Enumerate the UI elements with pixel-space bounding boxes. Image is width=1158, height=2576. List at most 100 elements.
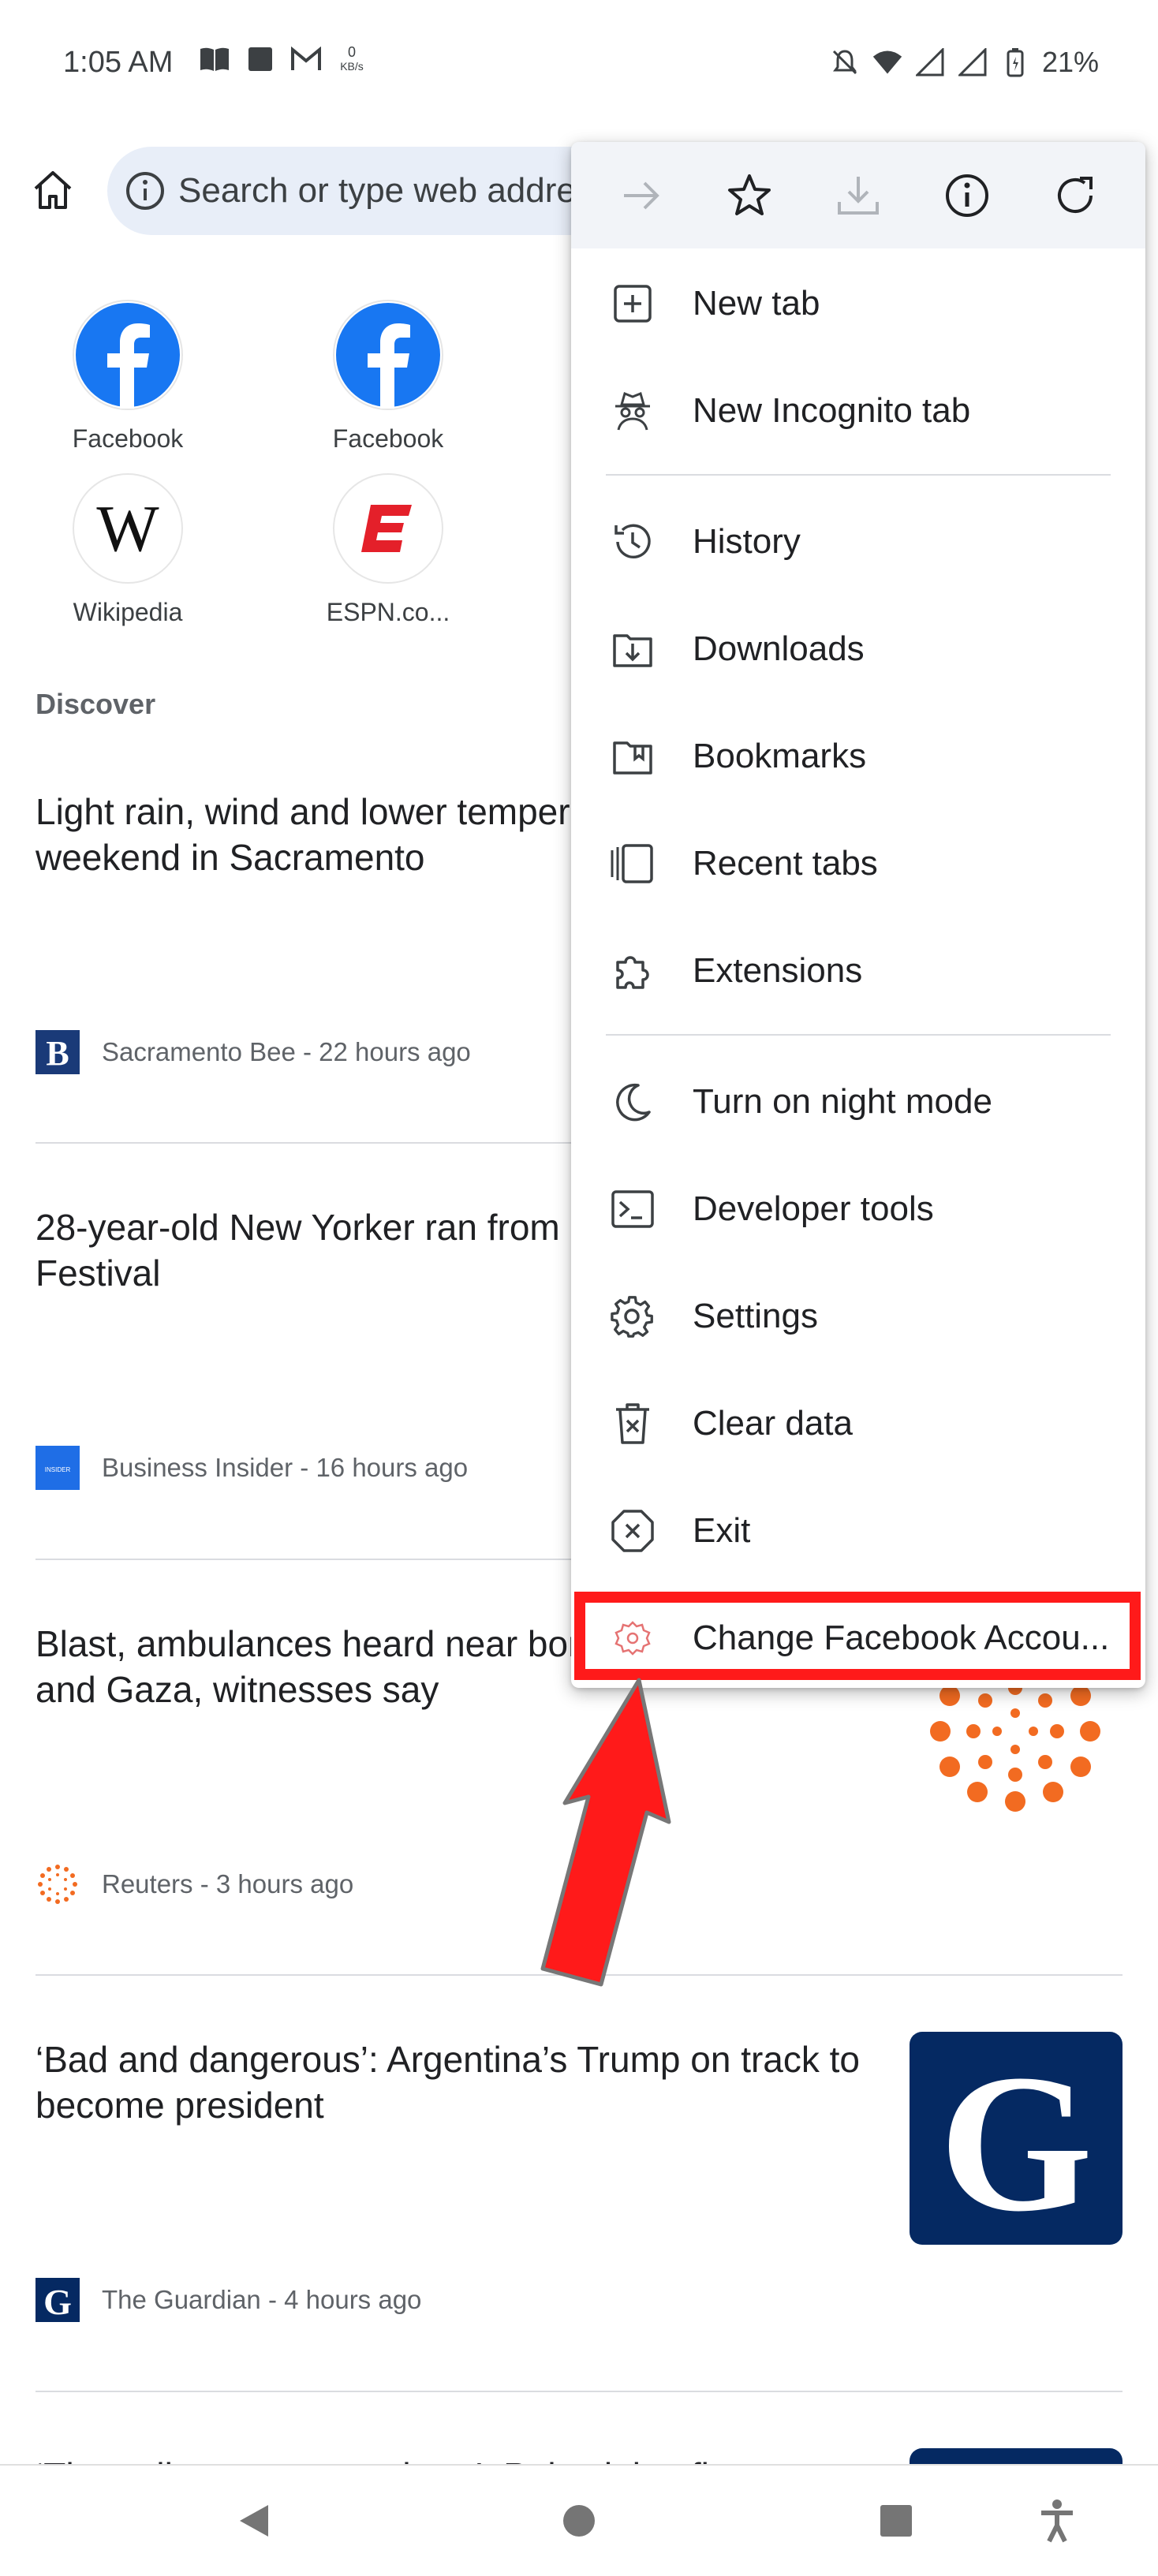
gmail-icon	[290, 43, 322, 75]
back-button[interactable]	[230, 2497, 278, 2544]
menu-item-night-mode[interactable]: Turn on night mode	[571, 1051, 1145, 1153]
overflow-menu: New tab New Incognito tab History Downlo…	[571, 142, 1145, 1688]
terminal-icon	[607, 1184, 658, 1234]
article-title[interactable]: ‘Bad and dangerous’: Argentina’s Trump o…	[35, 2037, 887, 2128]
article-meta: INSIDER Business Insider - 16 hours ago	[35, 1446, 468, 1490]
svg-text:B: B	[46, 1034, 69, 1073]
network-speed: 0 KB/s	[340, 44, 364, 73]
accessibility-button[interactable]	[1033, 2497, 1081, 2544]
recents-square-icon	[880, 2505, 912, 2537]
shortcut-tile-facebook[interactable]: Facebook	[33, 300, 222, 454]
home-circle-icon	[563, 2505, 595, 2537]
menu-item-exit[interactable]: Exit	[571, 1480, 1145, 1582]
menu-item-history[interactable]: History	[571, 491, 1145, 593]
menu-action-row	[571, 142, 1145, 248]
exit-icon	[607, 1506, 658, 1556]
trash-icon	[607, 1398, 658, 1449]
plus-box-icon	[607, 278, 658, 329]
status-time: 1:05 AM	[63, 46, 174, 79]
shortcut-label: Facebook	[72, 424, 184, 453]
notification-icons: 0 KB/s	[199, 43, 368, 75]
download-page-button[interactable]	[827, 164, 890, 227]
article-source: Reuters - 3 hours ago	[102, 1869, 354, 1898]
accessibility-icon	[1041, 2499, 1073, 2543]
svg-text:INSIDER: INSIDER	[45, 1466, 71, 1473]
svg-text:G: G	[939, 2034, 1093, 2245]
menu-item-downloads[interactable]: Downloads	[571, 598, 1145, 700]
menu-item-settings[interactable]: Settings	[571, 1265, 1145, 1368]
article-source: Sacramento Bee - 22 hours ago	[102, 1037, 471, 1066]
menu-item-bookmarks[interactable]: Bookmarks	[571, 705, 1145, 808]
guardian-logo-icon: G	[910, 2032, 1123, 2245]
wikipedia-icon: W	[73, 473, 183, 584]
forward-icon	[623, 181, 659, 209]
battery-percent: 21%	[1041, 46, 1099, 78]
menu-item-label: Downloads	[693, 629, 865, 668]
moon-icon	[607, 1077, 658, 1127]
article-meta: B Sacramento Bee - 22 hours ago	[35, 1030, 471, 1074]
system-nav-bar	[0, 2464, 1158, 2576]
guardian-thumbnail[interactable]: G	[910, 2032, 1123, 2245]
menu-item-developer-tools[interactable]: Developer tools	[571, 1158, 1145, 1260]
espn-icon	[333, 473, 443, 584]
menu-item-label: New Incognito tab	[693, 391, 971, 430]
shortcut-tile-wikipedia[interactable]: W Wikipedia	[33, 473, 222, 627]
facebook-icon	[73, 300, 183, 410]
guardian-logo-icon: G	[35, 2278, 80, 2322]
download-icon	[837, 176, 879, 215]
menu-item-recent-tabs[interactable]: Recent tabs	[571, 812, 1145, 915]
article-source: The Guardian - 4 hours ago	[102, 2285, 422, 2314]
menu-item-new-tab[interactable]: New tab	[571, 252, 1145, 355]
article-source: Business Insider - 16 hours ago	[102, 1453, 469, 1482]
reload-button[interactable]	[1044, 164, 1107, 227]
page-info-icon[interactable]	[121, 167, 169, 215]
menu-item-clear-data[interactable]: Clear data	[571, 1372, 1145, 1475]
article-meta: Reuters - 3 hours ago	[35, 1862, 353, 1906]
sacramento-bee-logo-icon: B	[35, 1030, 80, 1074]
history-icon	[607, 517, 658, 567]
home-button[interactable]	[25, 162, 80, 218]
shortcut-label: ESPN.co...	[326, 598, 450, 626]
shortcut-label: Facebook	[332, 424, 444, 453]
status-bar: 1:05 AM 0 KB/s 21%	[0, 0, 1158, 130]
square-icon	[245, 43, 276, 75]
highlight-box	[574, 1592, 1141, 1680]
downloads-icon	[607, 624, 658, 674]
menu-item-label: New tab	[693, 284, 820, 323]
shortcut-tile-facebook[interactable]: Facebook	[293, 300, 483, 454]
menu-item-new-incognito-tab[interactable]: New Incognito tab	[571, 360, 1145, 462]
book-icon	[199, 43, 230, 75]
home-icon	[34, 171, 72, 209]
puzzle-icon	[607, 946, 658, 996]
shortcut-tile-espn[interactable]: ESPN.co...	[293, 473, 483, 627]
forward-button[interactable]	[610, 164, 673, 227]
article-meta: G The Guardian - 4 hours ago	[35, 2278, 421, 2322]
menu-item-label: Extensions	[693, 951, 863, 990]
reuters-logo-icon	[35, 1862, 80, 1906]
bookmarks-icon	[607, 731, 658, 782]
signal-icon	[957, 47, 988, 78]
gear-icon	[607, 1291, 658, 1342]
recents-button[interactable]	[872, 2497, 920, 2544]
shortcut-label: Wikipedia	[73, 598, 183, 626]
page-info-button[interactable]	[936, 164, 999, 227]
menu-separator	[606, 1034, 1111, 1036]
bell-off-icon	[829, 47, 861, 78]
facebook-icon	[333, 300, 443, 410]
menu-item-label: Recent tabs	[693, 844, 878, 883]
menu-separator	[606, 474, 1111, 476]
divider	[35, 2391, 1123, 2392]
info-icon	[945, 174, 988, 217]
home-nav-button[interactable]	[555, 2497, 603, 2544]
menu-item-extensions[interactable]: Extensions	[571, 920, 1145, 1022]
back-triangle-icon	[240, 2505, 268, 2537]
menu-item-label: Bookmarks	[693, 737, 867, 775]
battery-icon	[999, 47, 1031, 78]
status-right: 21%	[829, 46, 1099, 79]
menu-item-label: Clear data	[693, 1404, 854, 1443]
reload-icon	[1058, 176, 1093, 213]
menu-item-label: Developer tools	[693, 1189, 934, 1228]
menu-item-label: History	[693, 522, 801, 561]
bookmark-star-button[interactable]	[718, 164, 781, 227]
omnibox-placeholder[interactable]: Search or type web address	[178, 171, 611, 211]
